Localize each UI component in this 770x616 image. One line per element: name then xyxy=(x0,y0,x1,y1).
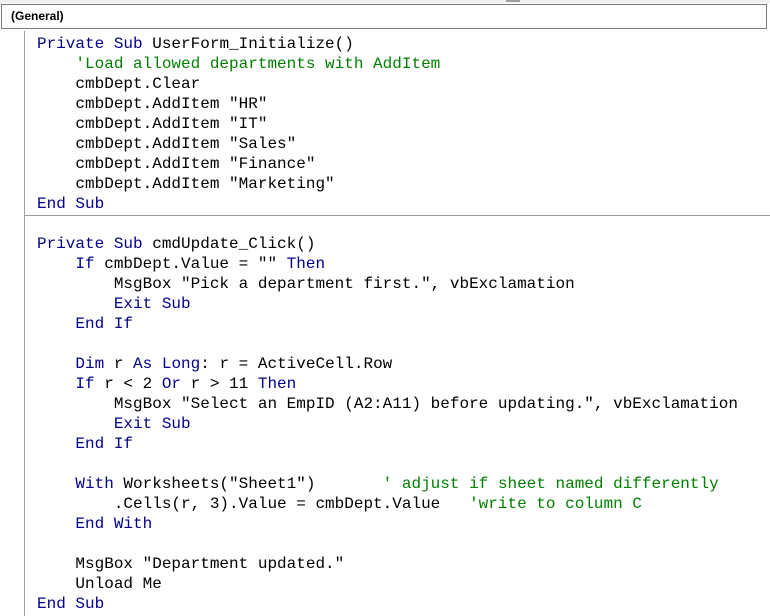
keyword-token: Then xyxy=(258,375,296,393)
code-editor[interactable]: Private Sub UserForm_Initialize() 'Load … xyxy=(25,34,770,616)
code-line[interactable]: MsgBox "Select an EmpID (A2:A11) before … xyxy=(25,394,770,414)
code-token: cmbDept.AddItem "Finance" xyxy=(37,155,315,173)
code-token xyxy=(37,435,75,453)
keyword-token: End With xyxy=(75,515,152,533)
code-line[interactable]: cmbDept.AddItem "Marketing" xyxy=(25,174,770,194)
code-token: cmbDept.AddItem "HR" xyxy=(37,95,267,113)
code-token: MsgBox "Department updated." xyxy=(37,555,344,573)
code-token xyxy=(37,355,75,373)
code-token: cmbDept.AddItem "Marketing" xyxy=(37,175,335,193)
code-line[interactable]: Dim r As Long: r = ActiveCell.Row xyxy=(25,354,770,374)
code-line[interactable]: End Sub xyxy=(25,194,770,214)
code-line[interactable]: If cmbDept.Value = "" Then xyxy=(25,254,770,274)
code-line[interactable]: End Sub xyxy=(25,594,770,614)
keyword-token: End If xyxy=(75,315,133,333)
code-line[interactable]: MsgBox "Department updated." xyxy=(25,554,770,574)
object-dropdown[interactable]: (General) xyxy=(1,4,767,29)
keyword-token: End Sub xyxy=(37,195,104,213)
code-token xyxy=(37,375,75,393)
code-line[interactable]: End If xyxy=(25,434,770,454)
code-line[interactable] xyxy=(25,214,770,234)
code-token xyxy=(37,475,75,493)
code-token: UserForm_Initialize() xyxy=(143,35,354,53)
code-line[interactable]: Exit Sub xyxy=(25,294,770,314)
code-line[interactable]: Unload Me xyxy=(25,574,770,594)
code-line[interactable]: End With xyxy=(25,514,770,534)
keyword-token: Dim xyxy=(75,355,104,373)
code-token: cmbDept.AddItem "IT" xyxy=(37,115,267,133)
code-line[interactable]: If r < 2 Or r > 11 Then xyxy=(25,374,770,394)
keyword-token: End If xyxy=(75,435,133,453)
code-line[interactable]: End If xyxy=(25,314,770,334)
margin-indicator-bar[interactable] xyxy=(0,31,25,616)
code-line[interactable]: Private Sub UserForm_Initialize() xyxy=(25,34,770,54)
code-line[interactable]: cmbDept.AddItem "Sales" xyxy=(25,134,770,154)
code-line[interactable]: cmbDept.Clear xyxy=(25,74,770,94)
comment-token: 'Load allowed departments with AddItem xyxy=(75,55,440,73)
code-token xyxy=(37,295,114,313)
code-token: r > 11 xyxy=(181,375,258,393)
code-token xyxy=(37,415,114,433)
code-line[interactable]: cmbDept.AddItem "Finance" xyxy=(25,154,770,174)
code-token: MsgBox "Pick a department first.", vbExc… xyxy=(37,275,575,293)
comment-token: ' adjust if sheet named differently xyxy=(383,475,719,493)
code-token: MsgBox "Select an EmpID (A2:A11) before … xyxy=(37,395,738,413)
code-line[interactable]: 'Load allowed departments with AddItem xyxy=(25,54,770,74)
code-token: r xyxy=(104,355,133,373)
keyword-token: Private Sub xyxy=(37,235,143,253)
code-token: Unload Me xyxy=(37,575,162,593)
code-token xyxy=(37,315,75,333)
code-token: Worksheets("Sheet1") xyxy=(114,475,383,493)
code-token xyxy=(37,255,75,273)
code-line[interactable]: .Cells(r, 3).Value = cmbDept.Value 'writ… xyxy=(25,494,770,514)
code-line[interactable]: With Worksheets("Sheet1") ' adjust if sh… xyxy=(25,474,770,494)
vba-code-window: (General) Private Sub UserForm_Initializ… xyxy=(0,0,770,616)
code-token xyxy=(37,55,75,73)
code-token: .Cells(r, 3).Value = cmbDept.Value xyxy=(37,495,469,513)
keyword-token: Or xyxy=(162,375,181,393)
keyword-token: If xyxy=(75,375,94,393)
keyword-token: Private Sub xyxy=(37,35,143,53)
keyword-token: End Sub xyxy=(37,595,104,613)
code-token: r < 2 xyxy=(95,375,162,393)
code-token xyxy=(37,515,75,533)
code-token: cmdUpdate_Click() xyxy=(143,235,316,253)
keyword-token: If xyxy=(75,255,94,273)
comment-token: 'write to column C xyxy=(469,495,642,513)
code-token: cmbDept.AddItem "Sales" xyxy=(37,135,296,153)
code-line[interactable]: cmbDept.AddItem "HR" xyxy=(25,94,770,114)
code-line[interactable]: MsgBox "Pick a department first.", vbExc… xyxy=(25,274,770,294)
code-line[interactable]: Private Sub cmdUpdate_Click() xyxy=(25,234,770,254)
splitter-handle[interactable] xyxy=(506,0,520,2)
keyword-token: Exit Sub xyxy=(114,415,191,433)
code-token: cmbDept.Value = "" xyxy=(95,255,287,273)
code-line[interactable]: Exit Sub xyxy=(25,414,770,434)
keyword-token: With xyxy=(75,475,113,493)
window-top-edge xyxy=(0,0,770,3)
code-line[interactable]: cmbDept.AddItem "IT" xyxy=(25,114,770,134)
code-token: cmbDept.Clear xyxy=(37,75,200,93)
code-token: : r = ActiveCell.Row xyxy=(200,355,392,373)
code-line[interactable] xyxy=(25,334,770,354)
code-line[interactable] xyxy=(25,534,770,554)
code-line[interactable] xyxy=(25,454,770,474)
keyword-token: As Long xyxy=(133,355,200,373)
keyword-token: Then xyxy=(287,255,325,273)
keyword-token: Exit Sub xyxy=(114,295,191,313)
